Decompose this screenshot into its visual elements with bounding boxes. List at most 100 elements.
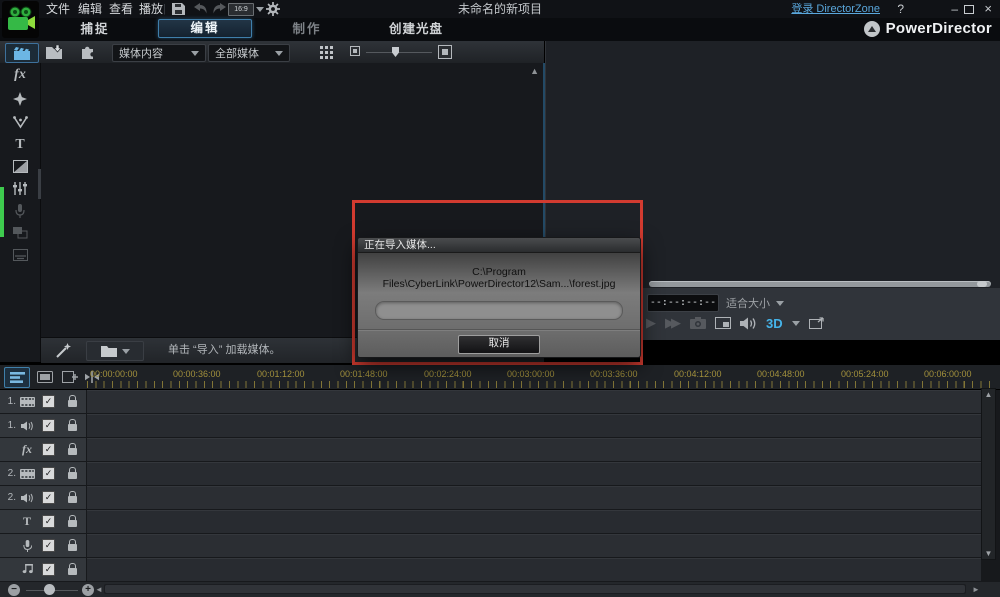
track-enable-checkbox[interactable]: ✓ [42, 491, 55, 504]
tab-create-disc[interactable]: 创建光盘 [380, 18, 452, 40]
fullscreen-icon[interactable] [809, 317, 825, 329]
restore-button[interactable] [964, 5, 974, 14]
track-header-music[interactable]: ✓ [0, 558, 86, 581]
scroll-up-arrow[interactable]: ▲ [530, 66, 539, 76]
thumbnail-small-icon[interactable] [350, 46, 360, 56]
track-enable-checkbox[interactable]: ✓ [42, 419, 55, 432]
track-enable-checkbox[interactable]: ✓ [42, 395, 55, 408]
track-lane-audio2[interactable] [87, 486, 981, 509]
track-lock-icon[interactable] [68, 400, 77, 407]
grid-view-icon[interactable] [320, 46, 323, 49]
plugin-puzzle-icon[interactable] [80, 44, 96, 59]
thumbnail-large-icon[interactable] [438, 45, 452, 59]
settings-gear-icon[interactable] [266, 2, 280, 16]
zoom-in-button[interactable]: + [82, 584, 94, 596]
undo-icon[interactable] [194, 3, 207, 14]
track-lane-video1[interactable] [87, 390, 981, 413]
media-room-button[interactable] [5, 43, 39, 63]
track-lane-audio1[interactable] [87, 414, 981, 437]
scroll-left-arrow[interactable]: ◄ [95, 582, 103, 597]
audio-mixing-room-icon[interactable] [0, 177, 40, 200]
track-lane-video2[interactable] [87, 462, 981, 485]
close-button[interactable]: × [984, 0, 992, 18]
track-lane-effect[interactable] [87, 438, 981, 461]
horizontal-scroll-thumb[interactable] [105, 585, 965, 593]
filter-dropdown[interactable]: 全部媒体 [208, 44, 290, 62]
storyboard-view-button[interactable] [33, 367, 57, 386]
tab-produce[interactable]: 制作 [272, 18, 342, 40]
track-header-effect[interactable]: fx ✓ [0, 438, 86, 461]
menu-view[interactable]: 查看 [109, 0, 133, 18]
timeline-vertical-scrollbar[interactable]: ▲ ▼ [981, 388, 996, 560]
track-lock-icon[interactable] [68, 568, 77, 575]
zoom-out-button[interactable]: − [8, 584, 20, 596]
play-button[interactable]: ▶ [646, 313, 656, 333]
tab-edit[interactable]: 编辑 [158, 19, 252, 38]
subtitle-room-icon[interactable] [0, 243, 40, 266]
track-lock-icon[interactable] [68, 544, 77, 551]
voiceover-room-icon[interactable] [0, 199, 40, 222]
track-lane-voice[interactable] [87, 534, 981, 557]
add-track-button[interactable] [58, 367, 82, 386]
track-header-title[interactable]: T ✓ [0, 510, 86, 533]
track-enable-checkbox[interactable]: ✓ [42, 467, 55, 480]
thumbnail-size-slider-track[interactable] [366, 52, 432, 53]
help-button[interactable]: ? [897, 0, 904, 18]
ruler-ticks[interactable] [87, 381, 994, 388]
minimize-button[interactable]: – [951, 0, 958, 18]
redo-icon[interactable] [213, 3, 226, 14]
track-enable-checkbox[interactable]: ✓ [42, 515, 55, 528]
chapter-room-icon[interactable] [0, 221, 40, 244]
3d-mode-caret-icon[interactable] [792, 321, 800, 326]
dialog-titlebar[interactable]: 正在导入媒体... [358, 238, 640, 252]
transition-room-icon[interactable] [0, 155, 40, 178]
particle-room-icon[interactable] [0, 111, 40, 134]
snapshot-camera-icon[interactable] [690, 317, 706, 329]
aspect-ratio-selector[interactable]: 16:9 [228, 3, 254, 16]
menu-play[interactable]: 播放 [139, 0, 163, 18]
track-header-video1[interactable]: 1. ✓ [0, 390, 86, 413]
track-lock-icon[interactable] [68, 424, 77, 431]
magic-wand-button[interactable] [49, 342, 77, 359]
fit-size-dropdown[interactable]: 适合大小 [726, 295, 784, 311]
title-room-icon[interactable]: T [0, 133, 40, 156]
timeline-zoom-thumb[interactable] [44, 584, 55, 595]
fast-forward-button[interactable]: ▶▶ [665, 313, 681, 333]
menu-file[interactable]: 文件 [46, 0, 70, 18]
save-icon[interactable] [172, 3, 185, 15]
timeline-view-button[interactable] [4, 367, 30, 388]
track-enable-checkbox[interactable]: ✓ [42, 539, 55, 552]
import-media-icon[interactable] [46, 45, 64, 59]
thumbnail-size-slider-thumb[interactable] [392, 47, 399, 57]
preview-timecode[interactable]: --:--:--:-- [647, 294, 719, 312]
import-folder-button[interactable] [86, 341, 144, 361]
track-enable-checkbox[interactable]: ✓ [42, 563, 55, 576]
track-lane-music[interactable] [87, 558, 981, 581]
preview-seek-bar[interactable] [649, 281, 991, 287]
scroll-up-arrow[interactable]: ▲ [982, 390, 995, 399]
timeline-horizontal-scrollbar[interactable] [104, 584, 966, 594]
scroll-right-arrow[interactable]: ► [972, 582, 980, 597]
menu-edit[interactable]: 编辑 [78, 0, 102, 18]
pip-objects-room-icon[interactable] [0, 87, 40, 110]
3d-mode-button[interactable]: 3D [766, 316, 783, 331]
preview-window-icon[interactable] [715, 317, 731, 329]
track-lock-icon[interactable] [68, 496, 77, 503]
aspect-ratio-caret-icon[interactable] [256, 7, 264, 12]
login-directorzone-link[interactable]: 登录 DirectorZone [791, 0, 880, 18]
effect-room-icon[interactable]: fx [0, 63, 40, 86]
cancel-button[interactable]: 取消 [458, 335, 540, 354]
track-header-audio1[interactable]: 1. ✓ [0, 414, 86, 437]
volume-speaker-icon[interactable] [740, 317, 757, 330]
tab-capture[interactable]: 捕捉 [60, 18, 130, 40]
track-lane-title[interactable] [87, 510, 981, 533]
track-header-voice[interactable]: ✓ [0, 534, 86, 557]
content-dropdown[interactable]: 媒体内容 [112, 44, 206, 62]
track-header-audio2[interactable]: 2. ✓ [0, 486, 86, 509]
track-header-video2[interactable]: 2. ✓ [0, 462, 86, 485]
track-lock-icon[interactable] [68, 472, 77, 479]
track-lock-icon[interactable] [68, 520, 77, 527]
scroll-down-arrow[interactable]: ▼ [982, 549, 995, 558]
track-enable-checkbox[interactable]: ✓ [42, 443, 55, 456]
track-lock-icon[interactable] [68, 448, 77, 455]
